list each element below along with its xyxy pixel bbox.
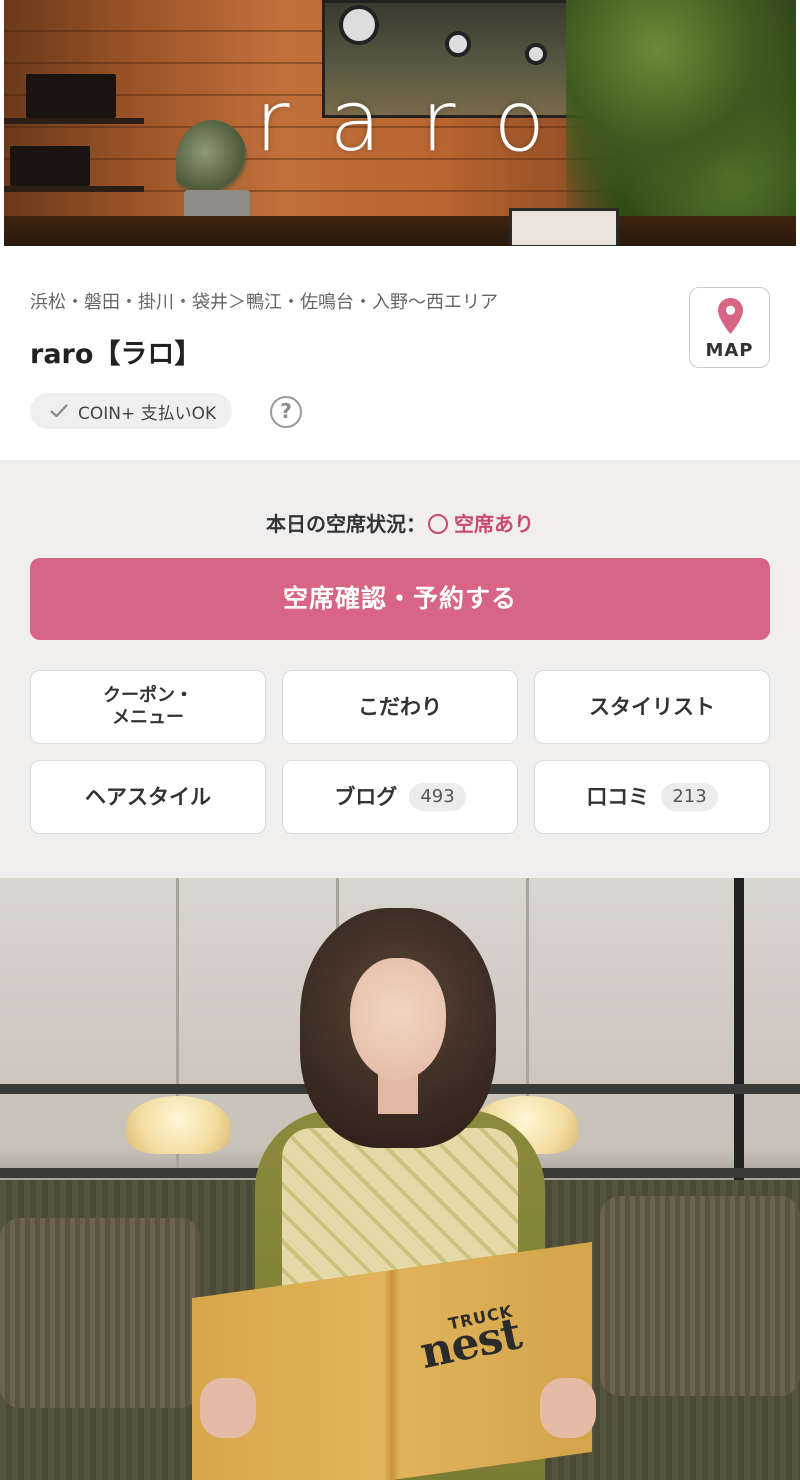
reserve-button[interactable]: 空席確認・予約する [30, 558, 770, 640]
blog-label: ブログ [334, 784, 398, 809]
area-breadcrumb[interactable]: 浜松・磐田・掛川・袋井＞鴨江・佐鳴台・入野〜西エリア [30, 288, 498, 314]
question-circle-icon[interactable]: ? [270, 396, 302, 428]
coupon-menu-label: クーポン・ メニュー [103, 685, 193, 730]
person-neck [378, 1074, 418, 1114]
coupon-menu-label-line2: メニュー [112, 707, 184, 728]
coupon-menu-label-line1: クーポン・ [103, 684, 193, 706]
floor [4, 216, 796, 246]
person-hand [200, 1378, 256, 1438]
review-count-badge: 213 [661, 782, 718, 812]
salon-logo: raro [254, 72, 586, 170]
map-label: MAP [705, 340, 754, 361]
sofa-cushion [0, 1218, 200, 1408]
availability-value: 空席あり [454, 512, 534, 536]
hairstyle-button[interactable]: ヘアスタイル [30, 760, 266, 834]
map-pin-icon [718, 298, 743, 334]
review-label: 口コミ [586, 784, 650, 809]
kodawari-label: こだわり [358, 694, 442, 719]
availability-status: 本日の空席状況： 空席あり [0, 508, 800, 537]
circle-available-icon [428, 514, 448, 534]
sofa-cushion [600, 1196, 800, 1396]
pendant-lamp [126, 1096, 230, 1154]
stylist-label: スタイリスト [589, 694, 715, 719]
coin-payment-badge: COIN+ 支払いOK [30, 393, 233, 429]
blog-count-badge: 493 [409, 782, 466, 812]
check-icon [50, 404, 68, 418]
stylist-button[interactable]: スタイリスト [534, 670, 770, 744]
booking-section: 本日の空席状況： 空席あり 空席確認・予約する クーポン・ メニュー こだわり ス… [0, 460, 800, 878]
salon-info: 浜松・磐田・掛川・袋井＞鴨江・佐鳴台・入野〜西エリア raro【ラロ】 MAP … [0, 246, 800, 460]
shelf [4, 186, 144, 192]
availability-label: 本日の空席状況： [266, 512, 426, 536]
map-button[interactable]: MAP [689, 287, 770, 368]
machine-knob [445, 31, 471, 57]
person-hand [540, 1378, 596, 1438]
review-button[interactable]: 口コミ 213 [534, 760, 770, 834]
person-face [350, 958, 446, 1080]
coin-badge-label: COIN+ 支払いOK [78, 403, 217, 424]
coupon-menu-button[interactable]: クーポン・ メニュー [30, 670, 266, 744]
machine-knob [525, 43, 547, 65]
hero-banner: raro [4, 0, 796, 246]
picture-frame [509, 208, 619, 246]
style-photo[interactable]: TRUCK nest [0, 878, 800, 1480]
blog-button[interactable]: ブログ 493 [282, 760, 518, 834]
salon-name: raro【ラロ】 [30, 339, 202, 370]
kodawari-button[interactable]: こだわり [282, 670, 518, 744]
machine-knob [339, 5, 379, 45]
hairstyle-label: ヘアスタイル [85, 784, 211, 809]
